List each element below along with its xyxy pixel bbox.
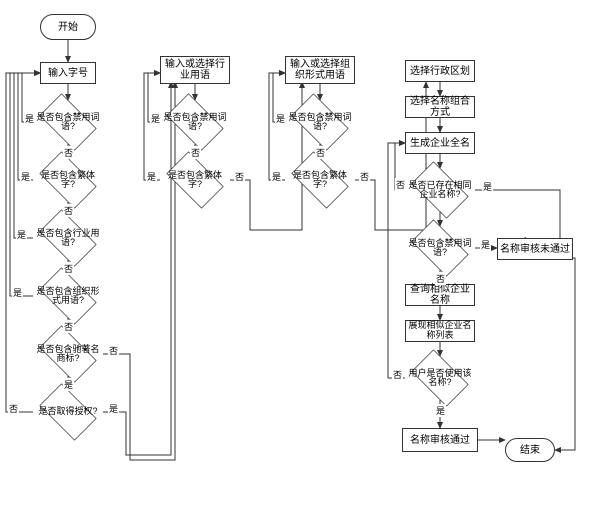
col4-p4: 查询相似企业名称 (405, 284, 475, 306)
col2-input-label: 输入或选择行业用语 (163, 59, 227, 81)
col4-d2-label: 是否包含禁用词语? (407, 239, 473, 258)
col1-d1-label: 是否包含禁用词语? (35, 113, 101, 132)
start-label: 开始 (58, 22, 78, 33)
lbl-yes-12: 是 (480, 238, 491, 251)
end-node: 结束 (505, 438, 555, 462)
col4-d2: 是否包含禁用词语? (405, 226, 475, 270)
lbl-no-2: 否 (63, 204, 74, 217)
col4-d1-label: 是否已存在相同企业名称? (407, 181, 473, 200)
lbl-yes-8: 是 (146, 170, 157, 183)
col1-d4: 是否包含组织形式用语? (33, 274, 103, 318)
col2-d1: 是否包含禁用词语? (160, 100, 230, 144)
lbl-yes-6: 是 (108, 402, 119, 415)
col4-p2: 选择名称组合方式 (405, 96, 475, 118)
col3-d2-label: 是否包含繁体字? (287, 171, 353, 190)
fail-node: 名称审核未通过 (497, 238, 573, 260)
lbl-yes-7: 是 (150, 112, 161, 125)
lbl-yes-4: 是 (12, 286, 23, 299)
lbl-yes-11: 是 (482, 180, 493, 193)
col1-d5-label: 是否包含驰著名商标? (35, 345, 101, 364)
col1-input: 输入字号 (40, 62, 96, 84)
start-node: 开始 (40, 14, 96, 40)
lbl-no-12: 否 (435, 272, 446, 285)
col1-d1: 是否包含禁用词语? (33, 100, 103, 144)
lbl-yes-3: 是 (16, 228, 27, 241)
col1-d4-label: 是否包含组织形式用语? (35, 287, 101, 306)
col3-d1: 是否包含禁用词语? (285, 100, 355, 144)
col3-input-label: 输入或选择组织形式用语 (288, 59, 352, 81)
col3-d1-label: 是否包含禁用词语? (287, 113, 353, 132)
col1-d3-label: 是否包含行业用语? (35, 229, 101, 248)
col4-d3-label: 用户是否使用该名称? (407, 369, 473, 388)
col1-input-label: 输入字号 (48, 68, 88, 79)
col1-d6-label: 是否取得授权? (38, 407, 97, 416)
lbl-no-5: 否 (108, 344, 119, 357)
lbl-no-8: 否 (234, 170, 245, 183)
col4-p3: 生成企业全名 (405, 132, 475, 154)
lbl-no-7: 否 (190, 146, 201, 159)
col4-p1-label: 选择行政区划 (410, 66, 470, 77)
col4-p5: 展现相似企业名称列表 (405, 320, 475, 342)
end-label: 结束 (520, 445, 540, 456)
lbl-yes-9: 是 (275, 112, 286, 125)
col2-d1-label: 是否包含禁用词语? (162, 113, 228, 132)
lbl-yes-2: 是 (20, 170, 31, 183)
lbl-yes-13: 是 (435, 404, 446, 417)
col4-p5-label: 展现相似企业名称列表 (408, 321, 472, 341)
lbl-no-9: 否 (315, 146, 326, 159)
col3-d2: 是否包含繁体字? (285, 158, 355, 202)
col1-d2-label: 是否包含繁体字? (35, 171, 101, 190)
lbl-no-3: 否 (63, 262, 74, 275)
lbl-no-11: 否 (395, 178, 406, 191)
col4-p1: 选择行政区划 (405, 60, 475, 82)
col4-p4-label: 查询相似企业名称 (408, 284, 472, 306)
lbl-no-1: 否 (63, 146, 74, 159)
fail-label: 名称审核未通过 (500, 244, 570, 255)
col1-d2: 是否包含繁体字? (33, 158, 103, 202)
col1-d5: 是否包含驰著名商标? (33, 332, 103, 376)
pass-label: 名称审核通过 (410, 435, 470, 446)
lbl-no-10: 否 (359, 170, 370, 183)
lbl-no-6: 否 (8, 402, 19, 415)
col2-d2-label: 是否包含繁体字? (162, 171, 228, 190)
lbl-yes-5: 是 (63, 378, 74, 391)
col2-d2: 是否包含繁体字? (160, 158, 230, 202)
lbl-no-13: 否 (392, 368, 403, 381)
col4-d3: 用户是否使用该名称? (405, 356, 475, 400)
lbl-yes-10: 是 (271, 170, 282, 183)
col4-d1: 是否已存在相同企业名称? (405, 168, 475, 212)
pass-node: 名称审核通过 (402, 428, 478, 452)
lbl-no-4: 否 (63, 320, 74, 333)
lbl-yes-1: 是 (24, 112, 35, 125)
col4-p3-label: 生成企业全名 (410, 138, 470, 149)
col4-p2-label: 选择名称组合方式 (408, 96, 472, 118)
col3-input: 输入或选择组织形式用语 (285, 56, 355, 84)
col2-input: 输入或选择行业用语 (160, 56, 230, 84)
col1-d6: 是否取得授权? (33, 390, 103, 434)
col1-d3: 是否包含行业用语? (33, 216, 103, 260)
